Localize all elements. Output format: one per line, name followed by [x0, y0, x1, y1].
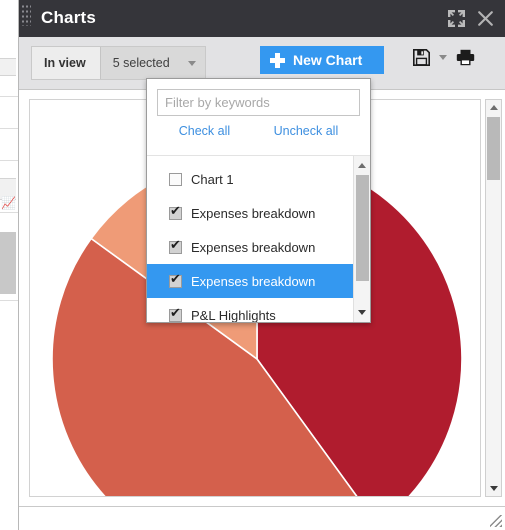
close-icon[interactable] [476, 9, 495, 28]
checkbox-checked-icon[interactable] [169, 306, 182, 322]
chart-list-item[interactable]: Chart 1 [147, 162, 353, 196]
chevron-down-icon [187, 60, 196, 66]
bg-rule [0, 96, 18, 97]
titlebar-actions [448, 0, 495, 37]
in-view-label: In view [44, 56, 86, 70]
chart-list-item-label: Expenses breakdown [191, 205, 316, 221]
charts-select-dropdown[interactable]: 5 selected [99, 47, 205, 79]
chart-list: Chart 1 Expenses breakdown Expenses breakd… [147, 156, 353, 322]
chart-list-item-label: Expenses breakdown [191, 239, 316, 255]
new-chart-button[interactable]: New Chart [260, 46, 385, 74]
check-all-link[interactable]: Check all [179, 124, 230, 138]
toolbar-right-actions [413, 49, 475, 66]
bg-chart-icon: 📈 [1, 196, 16, 210]
dropdown-scroll-thumb[interactable] [356, 175, 369, 281]
window-titlebar: Charts [19, 0, 505, 37]
expand-icon[interactable] [448, 10, 465, 27]
bg-rule [0, 160, 18, 161]
charts-dropdown-panel: Check all Uncheck all Chart 1 Expenses br… [146, 78, 371, 323]
window-drag-handle[interactable] [21, 4, 31, 26]
filter-input[interactable] [157, 89, 360, 116]
bg-rule [0, 212, 18, 213]
dropdown-scroll-down-arrow[interactable] [354, 305, 370, 320]
checkbox-checked-icon[interactable] [169, 204, 182, 220]
charts-select-value: 5 selected [112, 56, 170, 70]
checkbox-checked-icon[interactable] [169, 238, 182, 254]
bg-rule [0, 300, 18, 301]
background-application: 📈 [0, 0, 20, 530]
page-title: Charts [41, 8, 97, 27]
chart-list-item-label: Expenses breakdown [191, 273, 316, 289]
bg-gray-block [0, 232, 16, 294]
in-view-group: In view 5 selected [31, 46, 206, 80]
save-chevron-down-icon[interactable] [439, 55, 447, 60]
charts-window: Charts In view 5 selected New Chart Filt… [18, 0, 505, 530]
chart-list-item-label: P&L Highlights [191, 307, 276, 323]
new-chart-label: New Chart [293, 52, 363, 68]
scroll-up-arrow[interactable] [486, 100, 501, 115]
chart-list-item[interactable]: Expenses breakdown [147, 196, 353, 230]
chart-list-item[interactable]: Expenses breakdown [147, 230, 353, 264]
print-icon[interactable] [456, 49, 475, 66]
dropdown-vertical-scrollbar[interactable] [353, 156, 370, 322]
dropdown-scroll-up-arrow[interactable] [354, 158, 370, 173]
window-resize-grip[interactable] [490, 515, 502, 527]
bulk-actions: Check all Uncheck all [147, 116, 370, 146]
bg-rule [0, 128, 18, 129]
status-strip [19, 506, 505, 530]
chart-list-item-label: Chart 1 [191, 171, 234, 187]
uncheck-all-link[interactable]: Uncheck all [274, 124, 339, 138]
save-icon[interactable] [413, 49, 430, 66]
checkbox-unchecked-icon[interactable] [169, 172, 182, 186]
scroll-thumb[interactable] [487, 117, 500, 180]
chart-vertical-scrollbar[interactable] [485, 99, 502, 497]
bg-strip [0, 58, 16, 76]
scroll-down-arrow[interactable] [486, 481, 501, 496]
chart-list-item[interactable]: Expenses breakdown [147, 264, 353, 298]
chart-list-wrapper: Chart 1 Expenses breakdown Expenses breakd… [147, 155, 370, 322]
plus-icon [270, 52, 285, 68]
checkbox-checked-icon[interactable] [169, 272, 182, 288]
chart-list-item[interactable]: P&L Highlights [147, 298, 353, 322]
